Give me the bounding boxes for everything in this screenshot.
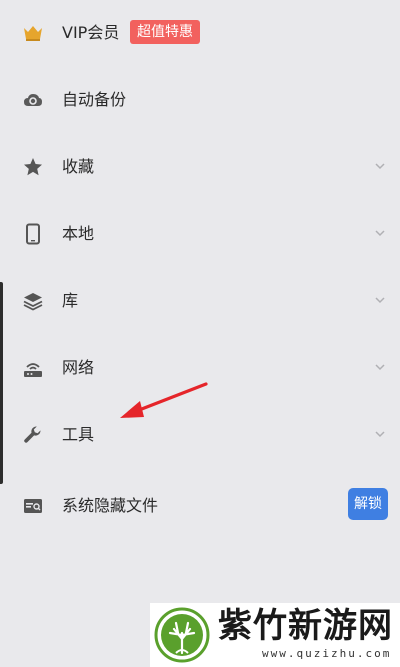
watermark-url: www.quzizhu.com: [262, 647, 392, 660]
auto-backup-label: 自动备份: [62, 90, 127, 109]
hidden-folder-icon: [22, 495, 44, 517]
site-watermark: 紫竹新游网 www.quzizhu.com: [150, 603, 400, 667]
cloud-sync-icon: [22, 89, 44, 111]
menu-item-library[interactable]: 库: [0, 278, 400, 324]
chevron-down-icon[interactable]: [374, 428, 386, 440]
tools-label: 工具: [62, 425, 95, 444]
menu-item-favorites[interactable]: 收藏: [0, 144, 400, 190]
watermark-site-name: 紫竹新游网: [218, 606, 393, 646]
annotation-arrow-icon: [120, 382, 208, 418]
star-icon: [22, 156, 44, 178]
layers-icon: [22, 290, 44, 312]
favorites-label: 收藏: [62, 157, 95, 176]
menu-item-hidden-files[interactable]: 系统隐藏文件 解锁: [0, 483, 400, 529]
library-label: 库: [62, 291, 79, 310]
vip-label: VIP会员: [62, 23, 120, 42]
drawer-edge-indicator: [0, 282, 3, 484]
chevron-down-icon[interactable]: [374, 294, 386, 306]
phone-icon: [22, 223, 44, 245]
menu-item-local[interactable]: 本地: [0, 211, 400, 257]
menu-item-auto-backup[interactable]: 自动备份: [0, 77, 400, 123]
unlock-button[interactable]: 解锁: [348, 488, 388, 520]
chevron-down-icon[interactable]: [374, 227, 386, 239]
vip-promo-badge[interactable]: 超值特惠: [130, 20, 200, 44]
chevron-down-icon[interactable]: [374, 160, 386, 172]
chevron-down-icon[interactable]: [374, 361, 386, 373]
local-label: 本地: [62, 224, 95, 243]
menu-item-vip[interactable]: VIP会员 超值特惠: [0, 10, 400, 56]
hidden-files-label: 系统隐藏文件: [62, 496, 159, 515]
router-icon: [22, 357, 44, 379]
wrench-icon: [22, 424, 44, 446]
bamboo-tree-logo-icon: [154, 607, 210, 663]
network-label: 网络: [62, 358, 95, 377]
crown-icon: [22, 22, 44, 44]
